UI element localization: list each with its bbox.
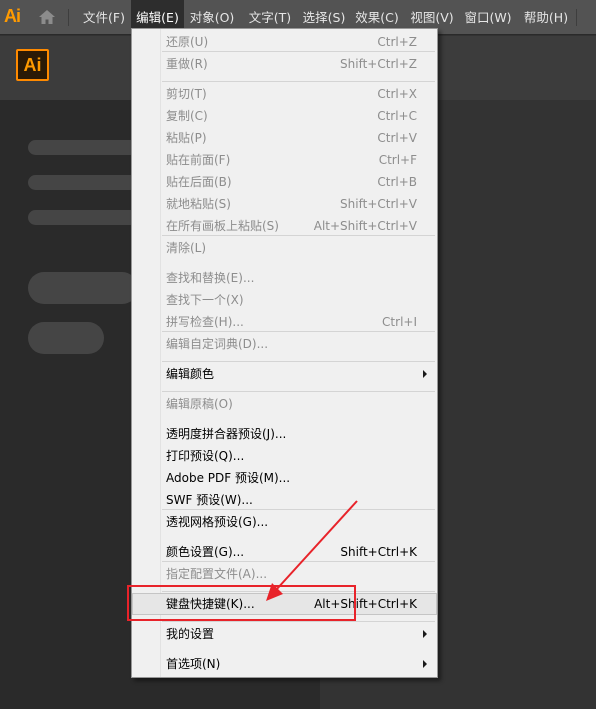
menu-item-label: 复制(C) [166,109,208,123]
menu-item-transparency-flattener-presets[interactable]: 透明度拼合器预设(J)... [132,423,437,445]
menu-item-paste-in-front[interactable]: 贴在前面(F) Ctrl+F [132,149,437,171]
menu-item-label: 查找下一个(X) [166,293,244,307]
menu-item-shortcut: Shift+Ctrl+V [340,197,417,211]
menu-item-label: 剪切(T) [166,87,207,101]
menu-item-shortcut: Ctrl+Z [377,35,417,49]
menu-item-label: 就地粘贴(S) [166,197,231,211]
menu-item-cut[interactable]: 剪切(T) Ctrl+X [132,83,437,105]
menu-item-label: 透视网格预设(G)... [166,515,269,529]
placeholder-button [28,322,104,354]
placeholder-bar [28,175,138,190]
menu-item-color-settings[interactable]: 颜色设置(G)... Shift+Ctrl+K [132,541,437,563]
menu-item-shortcut: Shift+Ctrl+K [340,545,417,559]
menu-item-assign-profile[interactable]: 指定配置文件(A)... [132,563,437,585]
menu-item-label: 透明度拼合器预设(J)... [166,427,287,441]
menu-item-shortcut: Alt+Shift+Ctrl+V [313,219,417,233]
menu-item-print-presets[interactable]: 打印预设(Q)... [132,445,437,467]
placeholder-bar [28,210,138,225]
menu-item-edit-colors[interactable]: 编辑颜色 [132,363,437,385]
menu-item-shortcut: Ctrl+C [377,109,417,123]
menu-item-copy[interactable]: 复制(C) Ctrl+C [132,105,437,127]
menu-item-label: SWF 预设(W)... [166,493,253,507]
menu-item-shortcut: Ctrl+V [377,131,417,145]
menu-item-redo[interactable]: 重做(R) Shift+Ctrl+Z [132,53,437,75]
menu-item-spell-check[interactable]: 拼写检查(H)... Ctrl+I [132,311,437,333]
menu-item-adobe-pdf-presets[interactable]: Adobe PDF 预设(M)... [132,467,437,489]
menu-item-paste[interactable]: 粘贴(P) Ctrl+V [132,127,437,149]
menu-item-swf-presets[interactable]: SWF 预设(W)... [132,489,437,511]
menu-item-paste-in-place[interactable]: 就地粘贴(S) Shift+Ctrl+V [132,193,437,215]
menu-item-label: 首选项(N) [166,657,221,671]
menu-file[interactable]: 文件(F) [79,0,129,35]
menu-item-label: 编辑颜色 [166,367,215,381]
menu-separator [162,81,435,82]
menu-item-perspective-grid-presets[interactable]: 透视网格预设(G)... [132,511,437,533]
menu-item-label: 重做(R) [166,57,208,71]
menu-separator [162,621,435,622]
menu-item-label: 编辑自定词典(D)... [166,337,269,351]
menu-item-clear[interactable]: 清除(L) [132,237,437,259]
menu-item-find-and-replace[interactable]: 查找和替换(E)... [132,267,437,289]
menu-item-my-settings[interactable]: 我的设置 [132,623,437,645]
menu-item-shortcut: Shift+Ctrl+Z [340,57,417,71]
edit-dropdown-menu: 还原(U) Ctrl+Z 重做(R) Shift+Ctrl+Z 剪切(T) Ctrl+X 复… [131,28,438,678]
menu-item-shortcut: Ctrl+F [378,153,417,167]
highlight-annotation-box [127,585,356,621]
menu-separator [162,361,435,362]
submenu-arrow-icon [423,660,427,668]
menu-item-label: 颜色设置(G)... [166,545,245,559]
menu-item-label: 清除(L) [166,241,207,255]
menu-item-label: 指定配置文件(A)... [166,567,268,581]
menu-separator [162,391,435,392]
menu-item-label: 贴在前面(F) [166,153,231,167]
submenu-arrow-icon [423,370,427,378]
placeholder-button [28,272,138,304]
menu-item-shortcut: Ctrl+X [377,87,417,101]
menu-help[interactable]: 帮助(H) [520,0,572,35]
menu-item-label: 拼写检查(H)... [166,315,244,329]
menubar-divider [68,9,69,26]
menu-window[interactable]: 窗口(W) [460,0,516,35]
illustrator-logo: Ai [16,49,49,81]
menu-item-shortcut: Ctrl+B [377,175,417,189]
menu-item-label: 我的设置 [166,627,215,641]
home-icon[interactable] [38,9,56,25]
menu-item-shortcut: Ctrl+I [382,315,417,329]
menu-item-label: 贴在后面(B) [166,175,232,189]
menu-item-preferences[interactable]: 首选项(N) [132,653,437,675]
menu-item-edit-original[interactable]: 编辑原稿(O) [132,393,437,415]
app-logo: Ai [4,6,21,26]
menubar-divider [576,9,577,26]
menu-item-label: 编辑原稿(O) [166,397,233,411]
submenu-arrow-icon [423,630,427,638]
menu-item-label: Adobe PDF 预设(M)... [166,471,291,485]
menu-item-label: 查找和替换(E)... [166,271,255,285]
menu-item-label: 在所有画板上粘贴(S) [166,219,279,233]
menu-item-undo[interactable]: 还原(U) Ctrl+Z [132,31,437,53]
placeholder-bar [28,140,138,155]
menu-item-edit-custom-dictionary[interactable]: 编辑自定词典(D)... [132,333,437,355]
menu-item-label: 还原(U) [166,35,209,49]
menu-item-find-next[interactable]: 查找下一个(X) [132,289,437,311]
menu-item-label: 打印预设(Q)... [166,449,245,463]
menu-item-label: 粘贴(P) [166,131,207,145]
menu-item-paste-on-all-artboards[interactable]: 在所有画板上粘贴(S) Alt+Shift+Ctrl+V [132,215,437,237]
menu-item-paste-in-back[interactable]: 贴在后面(B) Ctrl+B [132,171,437,193]
